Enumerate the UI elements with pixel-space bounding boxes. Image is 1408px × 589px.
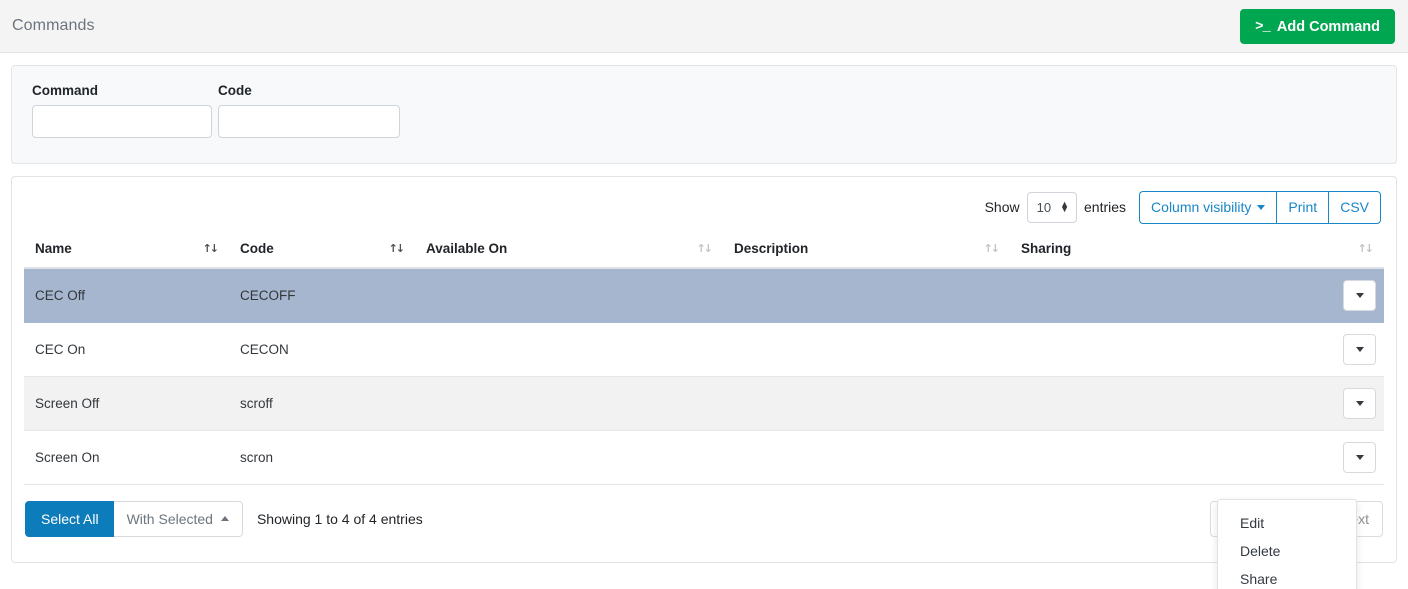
column-header-available-on[interactable]: Available On ↑↓ [415, 231, 723, 268]
table-row[interactable]: CEC Off CECOFF [24, 268, 1384, 322]
column-visibility-button[interactable]: Column visibility [1139, 191, 1276, 224]
cell-code: CECOFF [229, 268, 415, 322]
chevron-down-icon [1257, 205, 1265, 210]
column-header-description-label: Description [734, 241, 808, 256]
terminal-prompt-icon: >_ [1255, 19, 1270, 35]
cell-actions [1010, 430, 1384, 484]
column-visibility-label: Column visibility [1151, 199, 1251, 215]
filter-group-code: Code [218, 84, 400, 138]
chevron-down-icon [1356, 401, 1364, 406]
code-filter-label: Code [218, 84, 400, 98]
sort-icon: ↑↓ [984, 242, 1002, 255]
print-button[interactable]: Print [1276, 191, 1328, 224]
page-title: Commands [12, 17, 95, 35]
page-length-control: Show 10 ▲▼ entries [985, 192, 1126, 223]
add-command-label: Add Command [1277, 19, 1380, 35]
row-actions-dropdown-toggle[interactable] [1343, 388, 1376, 419]
cell-name: CEC On [24, 322, 229, 376]
page-bottom-strip [0, 563, 1408, 587]
print-label: Print [1288, 199, 1317, 215]
cell-description [723, 430, 1010, 484]
chevron-up-icon [221, 516, 229, 521]
chevron-down-icon [1356, 455, 1364, 460]
column-header-available-on-label: Available On [426, 241, 507, 256]
cell-name: Screen Off [24, 376, 229, 430]
cell-available-on [415, 268, 723, 322]
show-label: Show [985, 199, 1020, 215]
csv-label: CSV [1340, 199, 1369, 215]
cell-code: CECON [229, 322, 415, 376]
add-command-button[interactable]: >_ Add Command [1240, 9, 1395, 44]
table-toolbar: Show 10 ▲▼ entries Column visibility Pri… [24, 189, 1384, 225]
csv-button[interactable]: CSV [1328, 191, 1381, 224]
filter-row: Command Code [32, 84, 1376, 138]
column-header-code[interactable]: Code ↑↓ [229, 231, 415, 268]
menu-item-delete[interactable]: Delete [1218, 537, 1356, 565]
sort-icon: ↑↓ [203, 242, 221, 255]
table-export-buttons: Column visibility Print CSV [1139, 191, 1381, 224]
cell-available-on [415, 430, 723, 484]
cell-code: scroff [229, 376, 415, 430]
sort-icon: ↑↓ [389, 242, 407, 255]
page-header: Commands >_ Add Command [0, 0, 1408, 53]
cell-code: scron [229, 430, 415, 484]
commands-table-card: Show 10 ▲▼ entries Column visibility Pri… [11, 176, 1397, 563]
column-header-name-label: Name [35, 241, 72, 256]
table-footer: Select All With Selected Showing 1 to 4 … [24, 501, 1384, 537]
stepper-arrows-icon: ▲▼ [1060, 202, 1069, 212]
commands-table: Name ↑↓ Code ↑↓ Available On ↑↓ [24, 231, 1384, 485]
command-filter-input[interactable] [32, 105, 212, 138]
select-all-button[interactable]: Select All [25, 501, 115, 537]
entries-label: entries [1084, 199, 1126, 215]
footer-left: Select All With Selected Showing 1 to 4 … [25, 501, 423, 537]
column-header-sharing-label: Sharing [1021, 241, 1071, 256]
filter-group-command: Command [32, 84, 212, 138]
page-length-value: 10 [1037, 200, 1051, 215]
cell-available-on [415, 322, 723, 376]
menu-item-edit[interactable]: Edit [1218, 509, 1356, 537]
row-actions-dropdown-toggle[interactable] [1343, 280, 1376, 311]
with-selected-label: With Selected [127, 511, 213, 527]
menu-item-share[interactable]: Share [1218, 565, 1356, 589]
chevron-down-icon [1356, 347, 1364, 352]
row-actions-dropdown-toggle[interactable] [1343, 442, 1376, 473]
column-header-name[interactable]: Name ↑↓ [24, 231, 229, 268]
bulk-actions-group: Select All With Selected [25, 501, 243, 537]
filter-panel: Command Code [11, 65, 1397, 164]
cell-description [723, 268, 1010, 322]
table-row[interactable]: CEC On CECON [24, 322, 1384, 376]
column-header-code-label: Code [240, 241, 274, 256]
column-header-sharing[interactable]: Sharing ↑↓ [1010, 231, 1384, 268]
cell-actions [1010, 322, 1384, 376]
cell-name: CEC Off [24, 268, 229, 322]
cell-actions [1010, 376, 1384, 430]
table-header-row: Name ↑↓ Code ↑↓ Available On ↑↓ [24, 231, 1384, 268]
page-length-select[interactable]: 10 ▲▼ [1027, 192, 1077, 223]
command-filter-label: Command [32, 84, 212, 98]
table-row[interactable]: Screen On scron [24, 430, 1384, 484]
cell-actions [1010, 268, 1384, 322]
showing-entries-info: Showing 1 to 4 of 4 entries [257, 511, 423, 527]
sort-icon: ↑↓ [1358, 242, 1376, 255]
with-selected-dropdown[interactable]: With Selected [114, 501, 243, 537]
chevron-down-icon [1356, 293, 1364, 298]
table-row[interactable]: Screen Off scroff [24, 376, 1384, 430]
row-actions-dropdown-toggle[interactable] [1343, 334, 1376, 365]
sort-icon: ↑↓ [697, 242, 715, 255]
cell-description [723, 376, 1010, 430]
table-body: CEC Off CECOFF CEC On CECON [24, 268, 1384, 484]
table-head: Name ↑↓ Code ↑↓ Available On ↑↓ [24, 231, 1384, 268]
row-actions-menu: Edit Delete Share [1217, 499, 1357, 589]
code-filter-input[interactable] [218, 105, 400, 138]
cell-description [723, 322, 1010, 376]
cell-name: Screen On [24, 430, 229, 484]
cell-available-on [415, 376, 723, 430]
column-header-description[interactable]: Description ↑↓ [723, 231, 1010, 268]
